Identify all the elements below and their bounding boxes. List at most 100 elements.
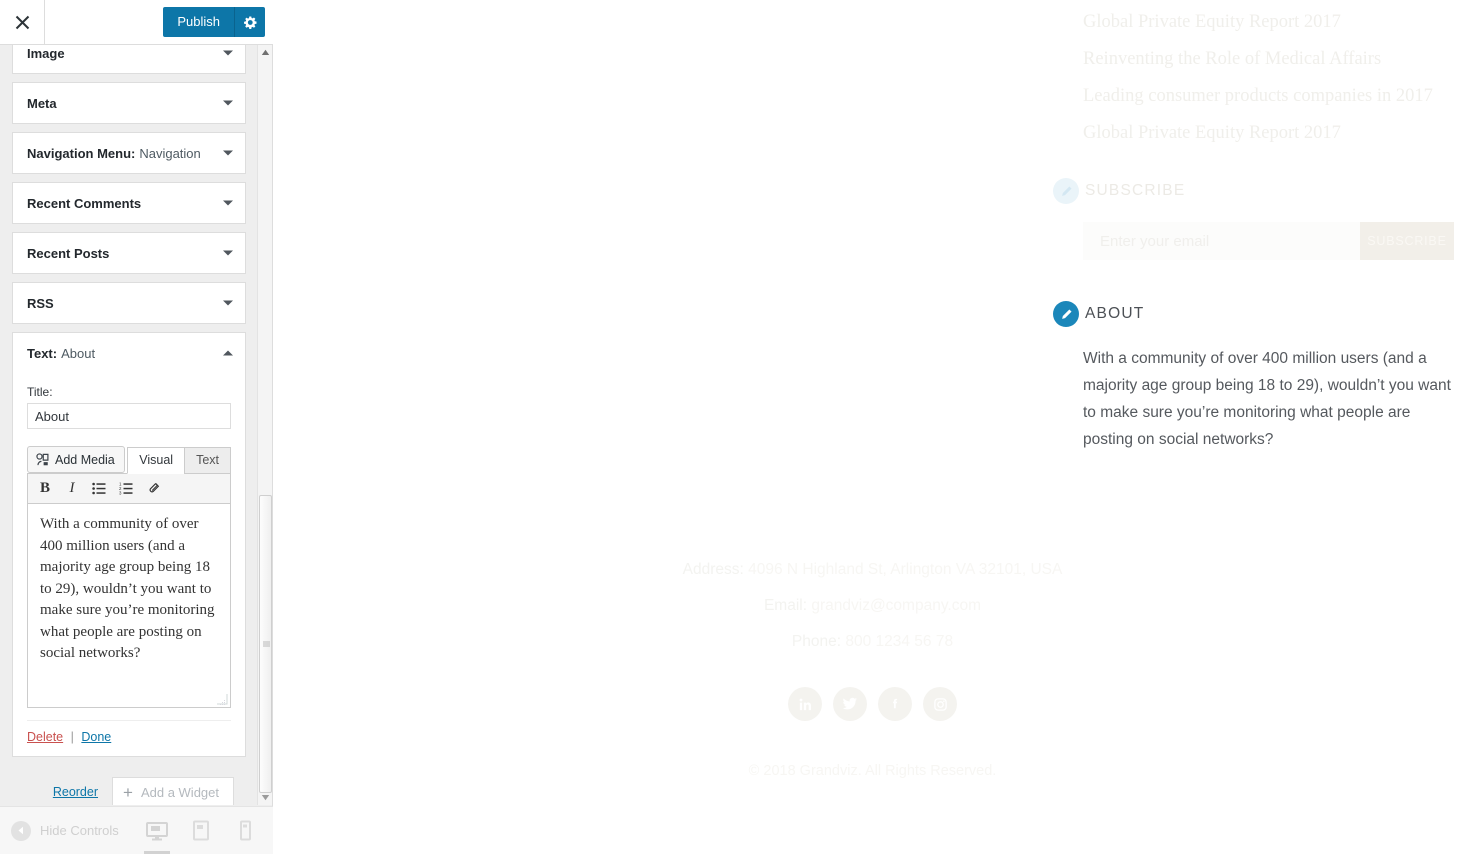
list-item[interactable]: Leading consumer products companies in 2…	[1083, 78, 1471, 115]
widget-label: Text:	[27, 345, 58, 361]
scrollbar-grip-icon	[263, 641, 270, 647]
sidebar-scrollbar[interactable]	[257, 45, 272, 805]
list-item[interactable]: Reinventing the Role of Medical Affairs	[1083, 41, 1471, 78]
widget-header-text-about[interactable]: Text: About	[13, 333, 245, 373]
publish-group: Publish	[163, 7, 265, 37]
title-field-label: Title:	[27, 385, 53, 399]
twitter-icon[interactable]	[833, 687, 867, 721]
widget-card-rss: RSS	[12, 282, 246, 324]
add-widget-button[interactable]: + Add a Widget	[112, 777, 234, 805]
text-widget-actions: Delete | Done	[27, 720, 231, 744]
bold-icon[interactable]: B	[32, 477, 58, 501]
pencil-icon	[1061, 308, 1072, 319]
widget-value: About	[61, 345, 96, 361]
chevron-down-icon	[223, 250, 233, 256]
address-value: 4096 N Highland St, Arlington VA 32101, …	[748, 561, 1063, 578]
link-icon[interactable]	[140, 477, 166, 501]
subscribe-button[interactable]: SUBSCRIBE	[1360, 222, 1454, 260]
widget-card-image: Image	[12, 45, 246, 74]
linkedin-icon[interactable]	[788, 687, 822, 721]
title-input[interactable]	[27, 403, 231, 429]
done-widget-link[interactable]: Done	[81, 730, 111, 744]
scroll-down-button[interactable]	[258, 790, 273, 805]
widget-title-meta: Meta	[27, 95, 57, 111]
facebook-icon[interactable]	[878, 687, 912, 721]
hide-controls-label: Hide Controls	[40, 823, 119, 838]
edit-shortcut-icon[interactable]	[1053, 301, 1079, 327]
widget-value: Navigation	[139, 145, 201, 161]
close-customizer-button[interactable]	[0, 0, 45, 44]
tablet-icon	[193, 820, 209, 840]
editor-formatting-toolbar: B I 1 2 3	[27, 473, 231, 503]
collapse-arrow-icon	[11, 820, 31, 841]
chevron-down-icon	[223, 50, 233, 56]
customizer-bottom-bar: Hide Controls	[0, 806, 273, 854]
email-label: Email:	[763, 597, 808, 614]
widget-title-recent-comments: Recent Comments	[27, 195, 142, 211]
email-field[interactable]: Enter your email	[1083, 222, 1360, 260]
about-widget: ABOUT With a community of over 400 milli…	[1053, 301, 1453, 448]
widget-list-footer: Reorder + Add a Widget	[12, 765, 246, 805]
desktop-icon	[146, 821, 168, 840]
email-line: Email: grandviz@company.com	[274, 588, 1471, 624]
text-editor-content-area[interactable]: With a community of over 400 million use…	[27, 503, 231, 708]
editor-top-row: Add Media Visual Text	[27, 443, 231, 474]
widget-header-image[interactable]: Image	[13, 45, 245, 73]
mobile-icon	[239, 820, 251, 840]
list-item[interactable]: Global Private Equity Report 2017	[1083, 115, 1471, 152]
sidebar-header: Publish	[0, 0, 273, 45]
widget-list-scroll-area[interactable]: Image Meta Navigation Menu: Navigation R…	[0, 45, 258, 805]
tab-visual[interactable]: Visual	[127, 447, 186, 474]
publish-button[interactable]: Publish	[163, 7, 235, 37]
add-media-button[interactable]: Add Media	[27, 446, 125, 473]
site-preview-pane[interactable]: Global Private Equity Report 2017 Reinve…	[274, 0, 1471, 854]
email-value[interactable]: grandviz@company.com	[811, 597, 981, 614]
widget-header-rss[interactable]: RSS	[13, 283, 245, 323]
hide-controls-button[interactable]: Hide Controls	[0, 820, 119, 841]
widget-header-navigation-menu[interactable]: Navigation Menu: Navigation	[13, 133, 245, 173]
reorder-link[interactable]: Reorder	[53, 785, 98, 799]
add-media-label: Add Media	[55, 452, 115, 467]
gear-icon	[243, 16, 256, 29]
edit-shortcut-icon[interactable]	[1053, 178, 1079, 204]
chevron-down-icon	[223, 100, 233, 106]
italic-icon[interactable]: I	[59, 477, 85, 501]
resize-handle-icon[interactable]	[216, 693, 228, 705]
widget-card-navigation-menu: Navigation Menu: Navigation	[12, 132, 246, 174]
scrollbar-thumb[interactable]	[259, 495, 272, 793]
phone-value[interactable]: 800 1234 56 78	[845, 633, 953, 650]
list-item[interactable]: Global Private Equity Report 2017	[1083, 4, 1471, 41]
action-separator: |	[70, 730, 74, 744]
social-links	[274, 687, 1471, 721]
widget-title-recent-posts: Recent Posts	[27, 245, 110, 261]
device-preview-switcher	[143, 816, 273, 854]
device-mobile-button[interactable]	[231, 816, 259, 846]
chevron-down-icon	[223, 150, 233, 156]
chevron-down-icon	[223, 300, 233, 306]
tab-text[interactable]: Text	[184, 447, 231, 474]
customizer-sidebar: Publish Image Meta Navigation Menu: Navi…	[0, 0, 273, 854]
scroll-up-button[interactable]	[258, 45, 273, 60]
address-line: Address: 4096 N Highland St, Arlington V…	[274, 552, 1471, 588]
phone-line: Phone: 800 1234 56 78	[274, 624, 1471, 660]
unordered-list-icon[interactable]	[86, 477, 112, 501]
ordered-list-icon[interactable]: 1 2 3	[113, 477, 139, 501]
plus-icon: +	[123, 782, 133, 802]
instagram-icon[interactable]	[923, 687, 957, 721]
chevron-down-icon	[261, 795, 270, 801]
copyright-text: © 2018 Grandviz. All Rights Reserved.	[748, 763, 997, 779]
add-widget-label: Add a Widget	[140, 784, 219, 800]
device-tablet-button[interactable]	[187, 816, 215, 846]
delete-widget-link[interactable]: Delete	[27, 730, 63, 744]
editor-mode-tabs: Visual Text	[127, 447, 231, 474]
device-desktop-button[interactable]	[143, 816, 171, 854]
widget-header-recent-posts[interactable]: Recent Posts	[13, 233, 245, 273]
close-icon	[15, 15, 29, 29]
publish-settings-button[interactable]	[235, 7, 265, 37]
widget-header-meta[interactable]: Meta	[13, 83, 245, 123]
footer-contact-info: Address: 4096 N Highland St, Arlington V…	[274, 552, 1471, 660]
add-media-icon	[36, 453, 49, 466]
pencil-icon	[1061, 185, 1072, 196]
subscribe-heading: SUBSCRIBE	[1085, 182, 1186, 199]
widget-header-recent-comments[interactable]: Recent Comments	[13, 183, 245, 223]
